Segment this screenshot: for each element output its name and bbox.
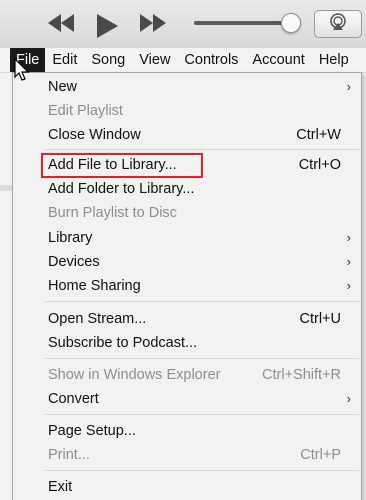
menu-separator xyxy=(45,149,359,150)
menu-item-label: Print... xyxy=(48,447,90,463)
menu-item-label: Page Setup... xyxy=(48,423,136,439)
player-controls-bar xyxy=(0,0,366,48)
menu-song[interactable]: Song xyxy=(84,48,132,72)
menu-item-shortcut: Ctrl+P xyxy=(300,447,341,463)
menu-view[interactable]: View xyxy=(132,48,177,72)
menu-separator xyxy=(45,470,359,471)
menu-item-label: Add Folder to Library... xyxy=(48,181,195,197)
menu-separator xyxy=(45,358,359,359)
menu-item-burn-playlist: Burn Playlist to Disc xyxy=(13,201,361,225)
menu-item-devices[interactable]: Devices › xyxy=(13,250,361,274)
menu-item-exit[interactable]: Exit xyxy=(13,475,361,499)
menu-item-label: Home Sharing xyxy=(48,278,141,294)
menu-item-edit-playlist: Edit Playlist xyxy=(13,99,361,123)
rewind-icon[interactable] xyxy=(46,12,76,39)
menu-item-label: Edit Playlist xyxy=(48,103,123,119)
volume-slider-knob[interactable] xyxy=(281,13,301,33)
menu-item-subscribe-podcast[interactable]: Subscribe to Podcast... xyxy=(13,331,361,355)
airplay-icon xyxy=(327,12,349,36)
menu-item-add-file-to-library[interactable]: Add File to Library... Ctrl+O xyxy=(13,153,361,177)
menu-item-print: Print... Ctrl+P xyxy=(13,443,361,467)
menu-item-label: Show in Windows Explorer xyxy=(48,367,221,383)
menu-item-label: Add File to Library... xyxy=(48,157,177,173)
menu-item-show-in-explorer: Show in Windows Explorer Ctrl+Shift+R xyxy=(13,363,361,387)
airplay-button[interactable] xyxy=(314,10,362,38)
menu-item-new[interactable]: New › xyxy=(13,75,361,99)
menu-separator xyxy=(45,414,359,415)
sidebar-edge xyxy=(0,73,12,500)
volume-slider[interactable] xyxy=(194,21,286,25)
chevron-right-icon: › xyxy=(346,230,351,245)
menu-item-library[interactable]: Library › xyxy=(13,226,361,250)
menu-item-home-sharing[interactable]: Home Sharing › xyxy=(13,274,361,298)
menu-bar: File Edit Song View Controls Account Hel… xyxy=(0,48,366,73)
menu-item-label: Open Stream... xyxy=(48,311,147,327)
menu-item-label: Library xyxy=(48,230,93,246)
menu-edit[interactable]: Edit xyxy=(45,48,84,72)
file-menu-dropdown: New › Edit Playlist Close Window Ctrl+W … xyxy=(12,72,362,500)
menu-item-label: Convert xyxy=(48,391,99,407)
menu-item-label: Subscribe to Podcast... xyxy=(48,335,198,351)
chevron-right-icon: › xyxy=(346,391,351,406)
menu-item-shortcut: Ctrl+W xyxy=(296,127,341,143)
menu-item-shortcut: Ctrl+O xyxy=(298,157,341,173)
menu-item-add-folder-to-library[interactable]: Add Folder to Library... xyxy=(13,177,361,201)
menu-item-shortcut: Ctrl+U xyxy=(299,311,342,327)
menu-item-shortcut: Ctrl+Shift+R xyxy=(262,367,341,383)
menu-item-open-stream[interactable]: Open Stream... Ctrl+U xyxy=(13,307,361,331)
menu-item-convert[interactable]: Convert › xyxy=(13,387,361,411)
menu-item-page-setup[interactable]: Page Setup... xyxy=(13,419,361,443)
itunes-window: File Edit Song View Controls Account Hel… xyxy=(0,0,366,500)
menu-help[interactable]: Help xyxy=(312,48,356,72)
chevron-right-icon: › xyxy=(346,278,351,293)
play-icon[interactable] xyxy=(94,12,120,45)
menu-item-label: New xyxy=(48,79,78,95)
menu-item-close-window[interactable]: Close Window Ctrl+W xyxy=(13,123,361,147)
menu-item-label: Close Window xyxy=(48,127,141,143)
chevron-right-icon: › xyxy=(346,254,351,269)
menu-account[interactable]: Account xyxy=(245,48,311,72)
chevron-right-icon: › xyxy=(346,79,351,94)
menu-item-label: Devices xyxy=(48,254,100,270)
menu-controls[interactable]: Controls xyxy=(177,48,245,72)
menu-item-label: Exit xyxy=(48,479,73,495)
fast-forward-icon[interactable] xyxy=(138,12,168,39)
mouse-cursor-icon xyxy=(14,57,30,87)
menu-separator xyxy=(45,301,359,302)
menu-item-label: Burn Playlist to Disc xyxy=(48,205,177,221)
